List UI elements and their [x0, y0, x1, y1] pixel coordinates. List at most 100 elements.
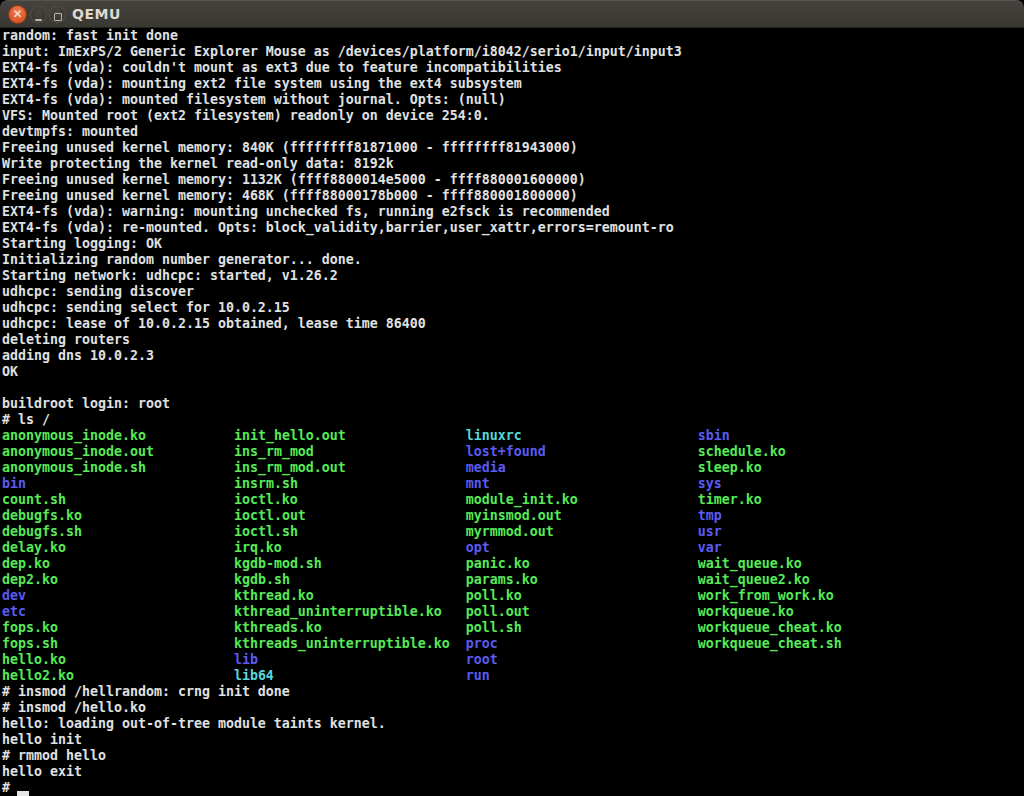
file-name: debugfs.sh: [2, 524, 82, 539]
console-line: # insmod /hello.ko: [2, 700, 1024, 716]
minimize-icon: [35, 19, 42, 21]
file-name: kgdb.sh: [234, 572, 290, 587]
file-name: anonymous_inode.ko: [2, 428, 146, 443]
terminal-cursor: [17, 791, 29, 796]
file-name: kthreads.ko: [234, 620, 322, 635]
file-name: wait_queue.ko: [698, 556, 802, 571]
file-name: fops.ko: [2, 620, 58, 635]
console-line: VFS: Mounted root (ext2 filesystem) read…: [2, 108, 1024, 124]
console-line: dep2.ko kgdb.sh params.ko wait_queue2.ko: [2, 572, 1024, 588]
file-name: linuxrc: [466, 428, 522, 443]
file-name: sys: [698, 476, 722, 491]
console-line: Freeing unused kernel memory: 840K (ffff…: [2, 140, 1024, 156]
console-line: etc kthread_uninterruptible.ko poll.out …: [2, 604, 1024, 620]
console-line: #: [2, 780, 1024, 796]
file-name: opt: [466, 540, 490, 555]
titlebar[interactable]: ✕ QEMU: [0, 0, 1024, 28]
file-name: var: [698, 540, 722, 555]
console-line: dep.ko kgdb-mod.sh panic.ko wait_queue.k…: [2, 556, 1024, 572]
file-name: wait_queue2.ko: [698, 572, 810, 587]
file-name: ins_rm_mod: [234, 444, 314, 459]
file-name: dep2.ko: [2, 572, 58, 587]
file-name: schedule.ko: [698, 444, 786, 459]
file-name: timer.ko: [698, 492, 762, 507]
file-name: dep.ko: [2, 556, 50, 571]
file-name: media: [466, 460, 506, 475]
console-line: anonymous_inode.ko init_hello.out linuxr…: [2, 428, 1024, 444]
file-name: poll.out: [466, 604, 530, 619]
console-line: random: fast init done: [2, 28, 1024, 44]
file-name: dev: [2, 588, 26, 603]
file-name: proc: [466, 636, 498, 651]
console[interactable]: random: fast init doneinput: ImExPS/2 Ge…: [0, 28, 1024, 796]
console-line: debugfs.sh ioctl.sh myrmmod.out usr: [2, 524, 1024, 540]
file-name: hello2.ko: [2, 668, 74, 683]
console-line: # ls /: [2, 412, 1024, 428]
console-line: [2, 380, 1024, 396]
file-name: anonymous_inode.out: [2, 444, 154, 459]
console-line: dev kthread.ko poll.ko work_from_work.ko: [2, 588, 1024, 604]
file-name: work_from_work.ko: [698, 588, 834, 603]
console-line: # rmmod hello: [2, 748, 1024, 764]
maximize-button[interactable]: [49, 6, 66, 23]
file-name: tmp: [698, 508, 722, 523]
console-line: udhcpc: sending discover: [2, 284, 1024, 300]
console-line: bin insrm.sh mnt sys: [2, 476, 1024, 492]
file-name: poll.ko: [466, 588, 522, 603]
console-line: fops.ko kthreads.ko poll.sh workqueue_ch…: [2, 620, 1024, 636]
console-line: udhcpc: sending select for 10.0.2.15: [2, 300, 1024, 316]
file-name: workqueue.ko: [698, 604, 794, 619]
console-line: hello.ko lib root: [2, 652, 1024, 668]
console-line: Freeing unused kernel memory: 468K (ffff…: [2, 188, 1024, 204]
file-name: poll.sh: [466, 620, 522, 635]
console-line: deleting routers: [2, 332, 1024, 348]
file-name: delay.ko: [2, 540, 66, 555]
file-name: panic.ko: [466, 556, 530, 571]
file-name: sbin: [698, 428, 730, 443]
file-name: debugfs.ko: [2, 508, 82, 523]
file-name: ins_rm_mod.out: [234, 460, 346, 475]
console-line: Starting network: udhcpc: started, v1.26…: [2, 268, 1024, 284]
qemu-window: ✕ QEMU random: fast init doneinput: ImEx…: [0, 0, 1024, 796]
console-line: EXT4-fs (vda): mounted filesystem withou…: [2, 92, 1024, 108]
file-name: myrmmod.out: [466, 524, 554, 539]
console-line: anonymous_inode.out ins_rm_mod lost+foun…: [2, 444, 1024, 460]
file-name: anonymous_inode.sh: [2, 460, 146, 475]
console-line: Initializing random number generator... …: [2, 252, 1024, 268]
console-line: buildroot login: root: [2, 396, 1024, 412]
console-line: udhcpc: lease of 10.0.2.15 obtained, lea…: [2, 316, 1024, 332]
console-line: OK: [2, 364, 1024, 380]
file-name: ioctl.ko: [234, 492, 298, 507]
console-line: Starting logging: OK: [2, 236, 1024, 252]
file-name: ioctl.out: [234, 508, 306, 523]
console-line: delay.ko irq.ko opt var: [2, 540, 1024, 556]
file-name: workqueue_cheat.sh: [698, 636, 842, 651]
file-name: myinsmod.out: [466, 508, 562, 523]
console-line: # insmod /hellrandom: crng init done: [2, 684, 1024, 700]
file-name: kthread_uninterruptible.ko: [234, 604, 442, 619]
file-name: workqueue_cheat.ko: [698, 620, 842, 635]
console-line: adding dns 10.0.2.3: [2, 348, 1024, 364]
file-name: irq.ko: [234, 540, 282, 555]
console-line: debugfs.ko ioctl.out myinsmod.out tmp: [2, 508, 1024, 524]
console-line: count.sh ioctl.ko module_init.ko timer.k…: [2, 492, 1024, 508]
file-name: usr: [698, 524, 722, 539]
file-name: kgdb-mod.sh: [234, 556, 322, 571]
file-name: fops.sh: [2, 636, 58, 651]
file-name: lib64: [234, 668, 274, 683]
file-name: kthread.ko: [234, 588, 314, 603]
maximize-icon: [54, 13, 62, 21]
console-line: anonymous_inode.sh ins_rm_mod.out media …: [2, 460, 1024, 476]
file-name: params.ko: [466, 572, 538, 587]
file-name: module_init.ko: [466, 492, 578, 507]
file-name: sleep.ko: [698, 460, 762, 475]
file-name: count.sh: [2, 492, 66, 507]
console-line: hello exit: [2, 764, 1024, 780]
console-line: Write protecting the kernel read-only da…: [2, 156, 1024, 172]
window-title: QEMU: [72, 0, 121, 28]
minimize-button[interactable]: [30, 6, 47, 23]
file-name: run: [466, 668, 490, 683]
console-line: EXT4-fs (vda): warning: mounting uncheck…: [2, 204, 1024, 220]
file-name: hello.ko: [2, 652, 66, 667]
close-button[interactable]: ✕: [8, 5, 27, 24]
